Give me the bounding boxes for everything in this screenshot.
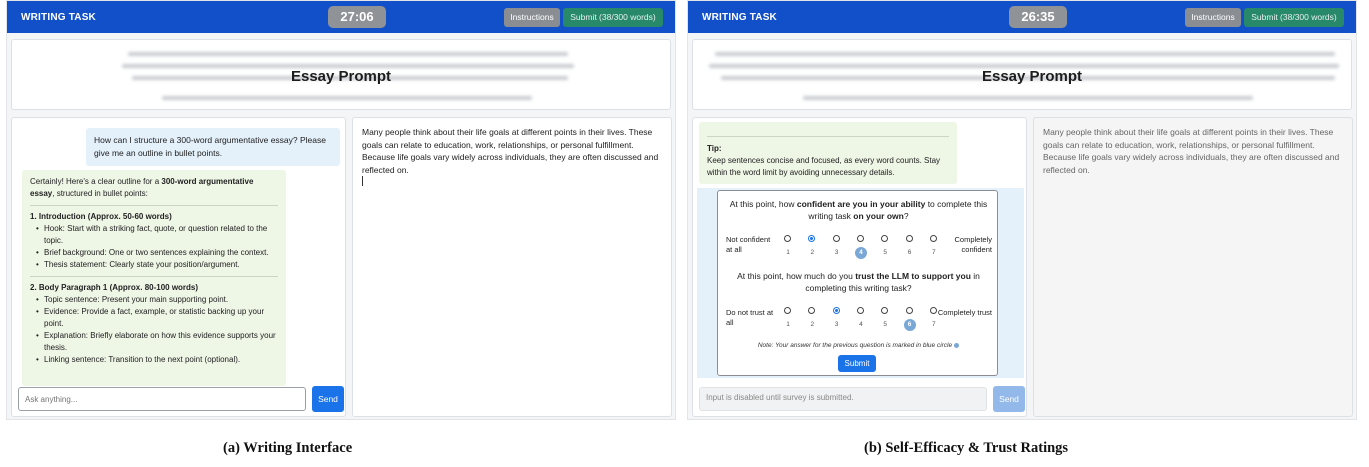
scale-high-label: Completely trust: [937, 308, 992, 317]
essay-prompt-box: Essay Prompt: [692, 39, 1352, 110]
scale-number-4: 4: [854, 247, 867, 259]
scale-number-4: 4: [859, 321, 863, 328]
scale-number-5: 5: [883, 321, 887, 328]
scale-radio-1[interactable]: [784, 307, 791, 314]
essay-text: Many people think about their life goals…: [362, 127, 659, 175]
prompt-title: Essay Prompt: [290, 68, 392, 85]
survey-card: At this point, how confident are you in …: [717, 190, 998, 376]
question-confidence: At this point, how confident are you in …: [729, 199, 988, 221]
countdown-timer: 27:06: [328, 6, 386, 28]
survey-panel: WRITING TASK 26:35 Instructions Submit (…: [687, 0, 1357, 420]
scale-low-label: Do not trust at all: [726, 308, 774, 327]
top-bar: WRITING TASK 26:35 Instructions Submit (…: [688, 1, 1356, 33]
scale-radio-6[interactable]: [905, 307, 913, 314]
scale-number-1: 1: [786, 321, 790, 328]
essay-editor: Many people think about their life goals…: [1033, 117, 1353, 417]
outline-bullet: Brief background: One or two sentences e…: [36, 247, 278, 259]
tip-message: Tip: Keep sentences concise and focused,…: [699, 122, 957, 184]
blue-circle-icon: [954, 342, 960, 348]
scale-radio-3[interactable]: [832, 307, 840, 314]
app-title: WRITING TASK: [21, 12, 96, 23]
scale-number-2: 2: [810, 321, 815, 328]
scale-number-6: 6: [907, 249, 912, 256]
writing-interface-panel: WRITING TASK 27:06 Instructions Submit (…: [6, 0, 676, 420]
submit-essay-button[interactable]: Submit (38/300 words): [1244, 8, 1344, 27]
scale-radio-7[interactable]: [929, 235, 937, 242]
outline-bullet: Explanation: Briefly elaborate on how th…: [36, 330, 278, 354]
scale-number-3: 3: [834, 249, 839, 256]
tip-label: Tip:: [707, 144, 722, 153]
outline-bullet: Hook: Start with a striking fact, quote,…: [36, 223, 278, 247]
scale-radio-4[interactable]: [856, 235, 864, 242]
scale-radio-3[interactable]: [832, 235, 840, 242]
survey-submit-button[interactable]: Submit: [838, 355, 876, 372]
essay-prompt-box: Essay Prompt: [11, 39, 671, 110]
blurred-prompt-line: [162, 96, 532, 100]
scale-radio-5[interactable]: [881, 235, 889, 242]
essay-editor[interactable]: Many people think about their life goals…: [352, 117, 672, 417]
scale-radio-1[interactable]: [784, 235, 791, 242]
countdown-timer: 26:35: [1009, 6, 1067, 28]
chat-input-disabled: Input is disabled until survey is submit…: [699, 387, 987, 411]
scale-number-1: 1: [786, 249, 790, 256]
app-title: WRITING TASK: [702, 12, 777, 23]
outline-bullet: Topic sentence: Present your main suppor…: [36, 294, 278, 306]
blurred-prompt-line: [803, 96, 1253, 100]
question-trust: At this point, how much do you trust the…: [737, 271, 980, 293]
scale-number-7: 7: [931, 249, 936, 256]
outline-bullet: Evidence: Provide a fact, example, or st…: [36, 306, 278, 330]
scale-radio-2[interactable]: [808, 307, 816, 314]
submit-essay-button[interactable]: Submit (38/300 words): [563, 8, 663, 27]
scale-number-5: 5: [883, 249, 887, 256]
blurred-prompt-line: [715, 52, 1335, 56]
outline-bullet: Thesis statement: Clearly state your pos…: [36, 259, 278, 271]
scale-radio-7[interactable]: [929, 307, 937, 314]
instructions-button[interactable]: Instructions: [1185, 8, 1241, 27]
outline-heading: 1. Introduction (Approx. 50-60 words): [30, 212, 172, 221]
scale-number-3: 3: [834, 321, 839, 328]
tip-text: Keep sentences concise and focused, as e…: [707, 156, 941, 177]
scale-radio-6[interactable]: [905, 235, 913, 242]
outline-bullet: Linking sentence: Transition to the next…: [36, 354, 278, 366]
scale-radio-2[interactable]: [808, 235, 816, 242]
scale-number-6: 6: [903, 319, 916, 331]
scale-low-label: Not confident at all: [726, 235, 771, 254]
survey-note: Note: Your answer for the previous quest…: [718, 342, 999, 349]
caption-b: (b) Self-Efficacy & Trust Ratings: [864, 440, 1069, 456]
scale-radio-5[interactable]: [881, 307, 889, 314]
chat-pane: How can I structure a 300-word argumenta…: [11, 117, 346, 417]
scale-radio-4[interactable]: [856, 307, 864, 314]
instructions-button[interactable]: Instructions: [504, 8, 560, 27]
chat-pane: Tip: Keep sentences concise and focused,…: [692, 117, 1027, 417]
send-button[interactable]: Send: [312, 386, 344, 412]
caption-a: (a) Writing Interface: [223, 440, 353, 456]
scale-number-2: 2: [810, 249, 815, 256]
scale-high-label: Completely confident: [954, 235, 992, 254]
send-button: Send: [993, 386, 1025, 412]
outline-heading: 2. Body Paragraph 1 (Approx. 80-100 word…: [30, 283, 199, 292]
user-message: How can I structure a 300-word argumenta…: [86, 128, 340, 166]
scale-number-7: 7: [931, 321, 936, 328]
text-caret: [362, 176, 363, 186]
assistant-message: Certainly! Here's a clear outline for a …: [22, 170, 286, 386]
assistant-intro: Certainly! Here's a clear outline for a …: [30, 177, 254, 198]
blurred-prompt-line: [128, 52, 568, 56]
chat-input[interactable]: [18, 387, 306, 411]
essay-text: Many people think about their life goals…: [1043, 127, 1340, 175]
prompt-title: Essay Prompt: [981, 68, 1083, 85]
top-bar: WRITING TASK 27:06 Instructions Submit (…: [7, 1, 675, 33]
